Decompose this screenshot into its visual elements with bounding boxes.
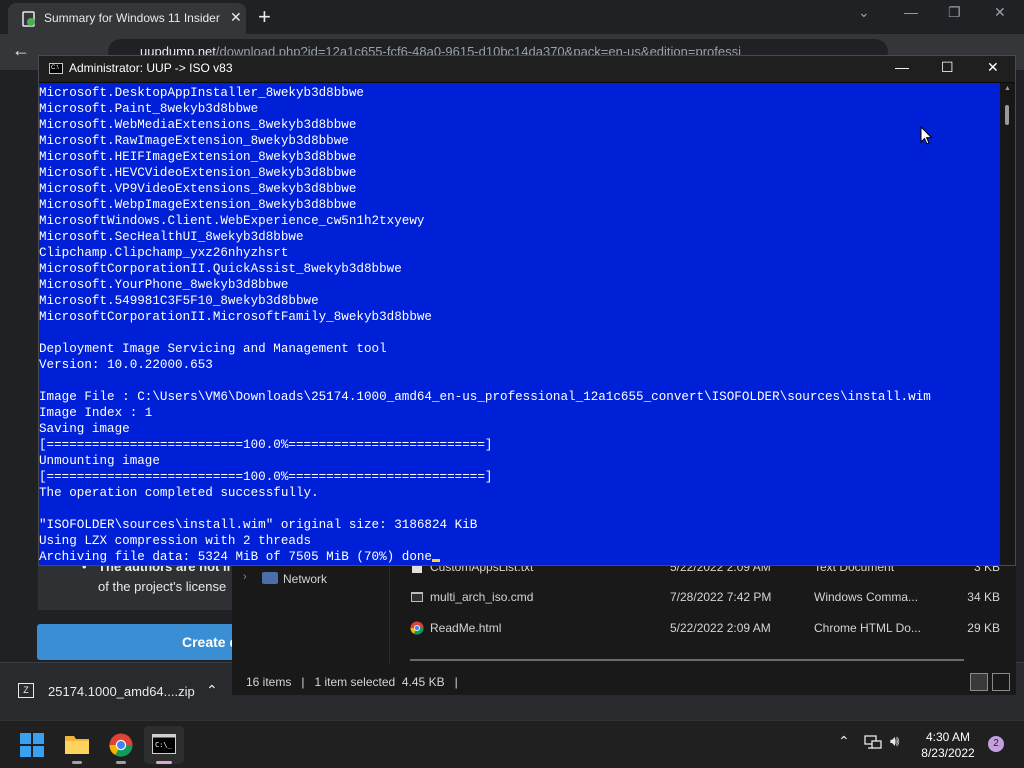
clock[interactable]: 4:30 AM 8/23/2022 (916, 729, 980, 761)
console-line: The operation completed successfully. (39, 486, 319, 500)
console-line: [==========================100.0%=======… (39, 470, 493, 484)
minimize-icon[interactable]: — (895, 59, 909, 75)
active-indicator (156, 761, 172, 764)
file-date: 7/28/2022 7:42 PM (670, 590, 772, 604)
back-arrow-icon[interactable]: ← (12, 40, 30, 61)
status-selected: 1 item selected (314, 675, 396, 689)
taskbar-file-explorer[interactable] (57, 726, 97, 764)
file-size: 34 KB (967, 590, 1000, 604)
console-line: [==========================100.0%=======… (39, 438, 493, 452)
maximize-icon[interactable]: ☐ (941, 59, 954, 76)
new-tab-icon[interactable]: + (258, 4, 271, 30)
show-hidden-icons-chevron-icon[interactable]: ⌃ (838, 733, 850, 750)
file-row[interactable]: ReadMe.html 5/22/2022 2:09 AM Chrome HTM… (410, 616, 1010, 642)
browser-restore-icon[interactable]: ❐ (948, 4, 961, 21)
file-date: 5/22/2022 2:09 AM (670, 621, 771, 635)
console-line: "ISOFOLDER\sources\install.wim" original… (39, 518, 478, 532)
clock-time: 4:30 AM (925, 730, 971, 744)
browser-tab-title: Summary for Windows 11 Insider (44, 11, 220, 25)
web-bullet-text-2: of the project's license (98, 579, 227, 594)
svg-text:C:\_: C:\_ (155, 741, 173, 749)
browser-minimize-icon[interactable]: — (904, 4, 918, 20)
explorer-status-text: 16 items | 1 item selected 4.45 KB | (246, 675, 458, 689)
status-size: 4.45 KB (401, 675, 445, 689)
console-output: Microsoft.DesktopAppInstaller_8wekyb3d8b… (39, 85, 931, 565)
console-output-area[interactable]: Microsoft.DesktopAppInstaller_8wekyb3d8b… (39, 83, 1000, 565)
close-icon[interactable]: ✕ (987, 59, 999, 76)
cmd-icon: C:\ (49, 63, 63, 74)
browser-tab[interactable]: Summary for Windows 11 Insider ✕ (8, 3, 246, 34)
notification-badge[interactable]: 2 (988, 736, 1004, 752)
taskbar-chrome[interactable] (101, 726, 141, 764)
details-view-icon[interactable] (970, 673, 988, 691)
console-line: Image Index : 1 (39, 406, 153, 420)
uupdump-favicon-icon (22, 11, 35, 27)
terminal-icon: C:\_ (152, 734, 176, 754)
console-line: MicrosoftWindows.Client.WebExperience_cw… (39, 214, 425, 228)
scrollbar-thumb[interactable] (1005, 105, 1009, 125)
network-icon (262, 572, 278, 584)
file-size: 29 KB (967, 621, 1000, 635)
file-type: Windows Comma... (814, 590, 919, 604)
console-line: Microsoft.HEIFImageExtension_8wekyb3d8bb… (39, 150, 357, 164)
chrome-html-file-icon (410, 621, 424, 635)
console-line: MicrosoftCorporationII.QuickAssist_8weky… (39, 262, 402, 276)
console-line: Microsoft.DesktopAppInstaller_8wekyb3d8b… (39, 86, 364, 100)
cmd-file-icon (411, 592, 423, 602)
console-line: Image File : C:\Users\VM6\Downloads\2517… (39, 390, 931, 404)
console-line: Unmounting image (39, 454, 160, 468)
nav-item-network[interactable]: Network (283, 572, 327, 586)
text-cursor (432, 559, 440, 562)
file-name: ReadMe.html (430, 621, 502, 635)
console-line: Microsoft.SecHealthUI_8wekyb3d8bbwe (39, 230, 304, 244)
windows-logo-icon (20, 733, 44, 757)
running-indicator (72, 761, 82, 764)
console-scrollbar[interactable]: ▲ (1000, 83, 1015, 565)
large-icons-view-icon[interactable] (992, 673, 1010, 691)
start-button[interactable] (12, 726, 52, 764)
running-indicator (116, 761, 126, 764)
console-line: Microsoft.YourPhone_8wekyb3d8bbwe (39, 278, 289, 292)
tab-search-chevron-icon[interactable]: ⌄ (858, 4, 870, 21)
console-line: MicrosoftCorporationII.MicrosoftFamily_8… (39, 310, 432, 324)
console-line: Using LZX compression with 2 threads (39, 534, 312, 548)
console-title: Administrator: UUP -> ISO v83 (69, 61, 233, 75)
volume-icon[interactable]: 🔊︎ (890, 733, 899, 750)
horizontal-scrollbar[interactable] (410, 659, 964, 661)
network-status-icon[interactable] (864, 735, 882, 751)
browser-close-icon[interactable]: ✕ (994, 4, 1006, 21)
mouse-pointer-icon (920, 126, 933, 145)
download-file-name[interactable]: 25174.1000_amd64....zip (48, 684, 195, 699)
console-line: Microsoft.Paint_8wekyb3d8bbwe (39, 102, 259, 116)
chevron-up-icon[interactable]: ⌃ (206, 682, 218, 699)
console-line: Version: 10.0.22000.653 (39, 358, 213, 372)
close-tab-icon[interactable]: ✕ (230, 9, 242, 26)
console-line: Saving image (39, 422, 130, 436)
file-type: Chrome HTML Do... (814, 621, 921, 635)
console-line: Microsoft.WebpImageExtension_8wekyb3d8bb… (39, 198, 357, 212)
chrome-icon (109, 733, 133, 757)
console-line: Microsoft.WebMediaExtensions_8wekyb3d8bb… (39, 118, 357, 132)
console-line: Clipchamp.Clipchamp_yxz26nhyzhsrt (39, 246, 289, 260)
console-line: Microsoft.HEVCVideoExtension_8wekyb3d8bb… (39, 166, 357, 180)
console-line: Microsoft.RawImageExtension_8wekyb3d8bbw… (39, 134, 349, 148)
console-line: Archiving file data: 5324 MiB of 7505 Mi… (39, 549, 931, 565)
status-item-count: 16 items (246, 675, 292, 689)
file-name: multi_arch_iso.cmd (430, 590, 534, 604)
console-window: C:\ Administrator: UUP -> ISO v83 — ☐ ✕ … (38, 55, 1016, 566)
console-line: Microsoft.549981C3F5F10_8wekyb3d8bbwe (39, 294, 319, 308)
console-line: Microsoft.VP9VideoExtensions_8wekyb3d8bb… (39, 182, 357, 196)
taskbar-terminal[interactable]: C:\_ (144, 726, 184, 764)
console-titlebar[interactable]: C:\ Administrator: UUP -> ISO v83 — ☐ ✕ (39, 56, 1015, 82)
zip-file-icon: Z (18, 683, 34, 698)
chevron-right-icon[interactable]: › (243, 571, 247, 583)
console-line: Deployment Image Servicing and Managemen… (39, 342, 387, 356)
clock-date: 8/23/2022 (921, 746, 975, 760)
folder-icon (65, 736, 89, 754)
scroll-up-arrow-icon[interactable]: ▲ (1004, 85, 1011, 92)
file-row[interactable]: multi_arch_iso.cmd 7/28/2022 7:42 PM Win… (410, 585, 1010, 611)
